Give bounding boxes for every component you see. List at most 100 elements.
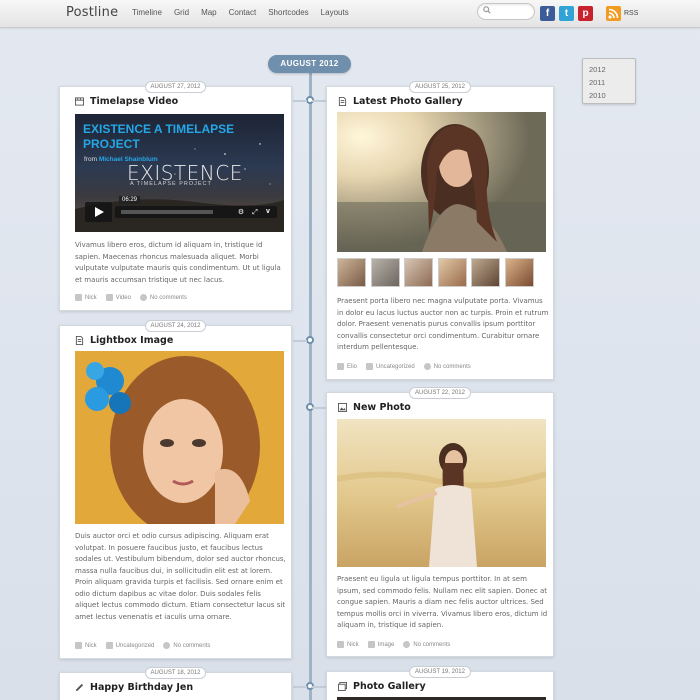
post-excerpt: Praesent eu ligula ut ligula tempus port… — [337, 575, 548, 629]
social-links: f t p — [540, 6, 597, 21]
image-icon — [338, 403, 347, 412]
post-card-lightbox-image: AUGUST 24, 2012 Lightbox Image Duis auct… — [59, 320, 292, 659]
gallery-thumb[interactable] — [471, 258, 500, 287]
post-author[interactable]: Elio — [337, 363, 357, 370]
post-title-text: Latest Photo Gallery — [353, 96, 463, 107]
post-comments[interactable]: No comments — [139, 294, 187, 301]
post-card-happy-birthday-jen: AUGUST 18, 2012 Happy Birthday Jen — [59, 667, 292, 700]
video-subtitle-art: A TIMELAPSE PROJECT — [130, 181, 212, 187]
gallery-thumb[interactable] — [504, 258, 534, 287]
card-connector — [312, 407, 326, 409]
post-meta: Nick Uncategorized No comments — [75, 642, 219, 649]
user-icon — [75, 294, 82, 301]
post-image[interactable] — [337, 419, 546, 567]
twitter-icon[interactable]: t — [559, 6, 574, 21]
card-connector — [312, 100, 326, 102]
nav-map[interactable]: Map — [201, 8, 217, 17]
post-date: AUGUST 18, 2012 — [144, 667, 207, 679]
folder-icon — [105, 642, 113, 649]
play-button[interactable] — [85, 202, 112, 222]
gallery-icon — [338, 682, 347, 691]
post-title-text: Happy Birthday Jen — [90, 682, 194, 693]
comment-icon — [139, 294, 147, 301]
post-title-text: Timelapse Video — [90, 96, 179, 107]
post-title[interactable]: Timelapse Video — [75, 96, 178, 107]
post-meta: Elio Uncategorized No comments — [337, 363, 480, 370]
post-comments[interactable]: No comments — [423, 363, 471, 370]
post-author[interactable]: Nick — [337, 641, 359, 648]
folder-icon — [105, 294, 113, 301]
search-input[interactable] — [493, 5, 533, 18]
year-2012[interactable]: 2012 — [589, 63, 635, 76]
site-logo[interactable]: Postline — [66, 5, 118, 20]
post-date: AUGUST 25, 2012 — [409, 81, 471, 93]
post-excerpt: Vivamus libero eros, dictum id aliquam i… — [75, 241, 281, 284]
year-selector: 2012 2011 2010 — [582, 58, 636, 104]
pinterest-icon[interactable]: p — [578, 6, 593, 21]
timeline-dot — [306, 336, 314, 344]
post-excerpt: Praesent porta libero nec magna vulputat… — [337, 297, 549, 351]
nav-contact[interactable]: Contact — [229, 8, 257, 17]
search-icon — [483, 6, 491, 14]
video-title[interactable]: EXISTENCE A TIMELAPSE PROJECT — [83, 122, 273, 152]
post-card-photo-gallery: AUGUST 19, 2012 Photo Gallery — [326, 666, 554, 700]
folder-icon — [367, 641, 375, 648]
gallery-thumb[interactable] — [404, 258, 433, 287]
post-title[interactable]: Photo Gallery — [338, 681, 426, 692]
nav-grid[interactable]: Grid — [174, 8, 189, 17]
post-meta: Nick Image No comments — [337, 641, 459, 648]
rss-label: RSS — [624, 10, 639, 17]
post-date: AUGUST 24, 2012 — [144, 320, 207, 332]
vimeo-icon[interactable]: v — [264, 208, 272, 216]
video-time: 06:29 — [119, 196, 141, 204]
user-icon — [75, 642, 82, 649]
folder-icon — [366, 363, 374, 370]
nav-shortcodes[interactable]: Shortcodes — [268, 8, 308, 17]
facebook-icon[interactable]: f — [540, 6, 555, 21]
rss-link[interactable]: RSS — [606, 6, 638, 21]
post-comments[interactable]: No comments — [403, 641, 450, 648]
post-image[interactable] — [337, 112, 546, 252]
rss-icon — [606, 6, 621, 21]
nav-layouts[interactable]: Layouts — [321, 8, 349, 17]
post-category[interactable]: Video — [105, 294, 131, 301]
post-category[interactable]: Uncategorized — [105, 642, 154, 649]
video-player[interactable]: EXISTENCE A TIMELAPSE PROJECT from Micha… — [75, 114, 284, 232]
user-icon — [337, 641, 344, 648]
post-excerpt: Duis auctor orci et odio cursus adipisci… — [75, 532, 286, 621]
settings-icon[interactable]: ⚙ — [237, 208, 245, 216]
card-connector — [293, 340, 307, 342]
post-author[interactable]: Nick — [75, 642, 97, 649]
comment-icon — [403, 641, 411, 648]
year-2010[interactable]: 2010 — [589, 89, 635, 102]
timeline-line — [309, 70, 312, 700]
post-category[interactable]: Image — [367, 641, 394, 648]
post-comments[interactable]: No comments — [163, 642, 210, 649]
post-date: AUGUST 19, 2012 — [409, 666, 471, 678]
top-bar: Postline Timeline Grid Map Contact Short… — [0, 0, 700, 28]
post-category[interactable]: Uncategorized — [366, 363, 415, 370]
post-title[interactable]: New Photo — [338, 402, 411, 413]
main-nav: Timeline Grid Map Contact Shortcodes Lay… — [132, 8, 361, 17]
gallery-thumb[interactable] — [337, 258, 366, 287]
post-card-timelapse-video: AUGUST 27, 2012 Timelapse Video EXISTENC… — [59, 81, 292, 311]
post-title[interactable]: Happy Birthday Jen — [75, 682, 193, 693]
gallery-thumb[interactable] — [437, 258, 467, 287]
gallery-thumb[interactable] — [370, 258, 400, 287]
post-date: AUGUST 22, 2012 — [409, 387, 471, 399]
user-icon — [337, 363, 344, 370]
nav-timeline[interactable]: Timeline — [132, 8, 162, 17]
fullscreen-icon[interactable]: ⤢ — [251, 208, 259, 216]
post-meta: Nick Video No comments — [75, 294, 196, 301]
card-connector — [312, 686, 326, 688]
post-image[interactable] — [75, 351, 284, 524]
document-icon — [338, 97, 347, 106]
month-label: AUGUST 2012 — [268, 55, 351, 73]
post-author[interactable]: Nick — [75, 294, 97, 301]
video-icon — [75, 97, 84, 106]
video-progress-track[interactable] — [121, 210, 213, 214]
post-title[interactable]: Lightbox Image — [75, 335, 173, 346]
year-2011[interactable]: 2011 — [589, 76, 635, 89]
post-title[interactable]: Latest Photo Gallery — [338, 96, 463, 107]
post-card-new-photo: AUGUST 22, 2012 New Photo Praesent eu li… — [326, 387, 554, 657]
